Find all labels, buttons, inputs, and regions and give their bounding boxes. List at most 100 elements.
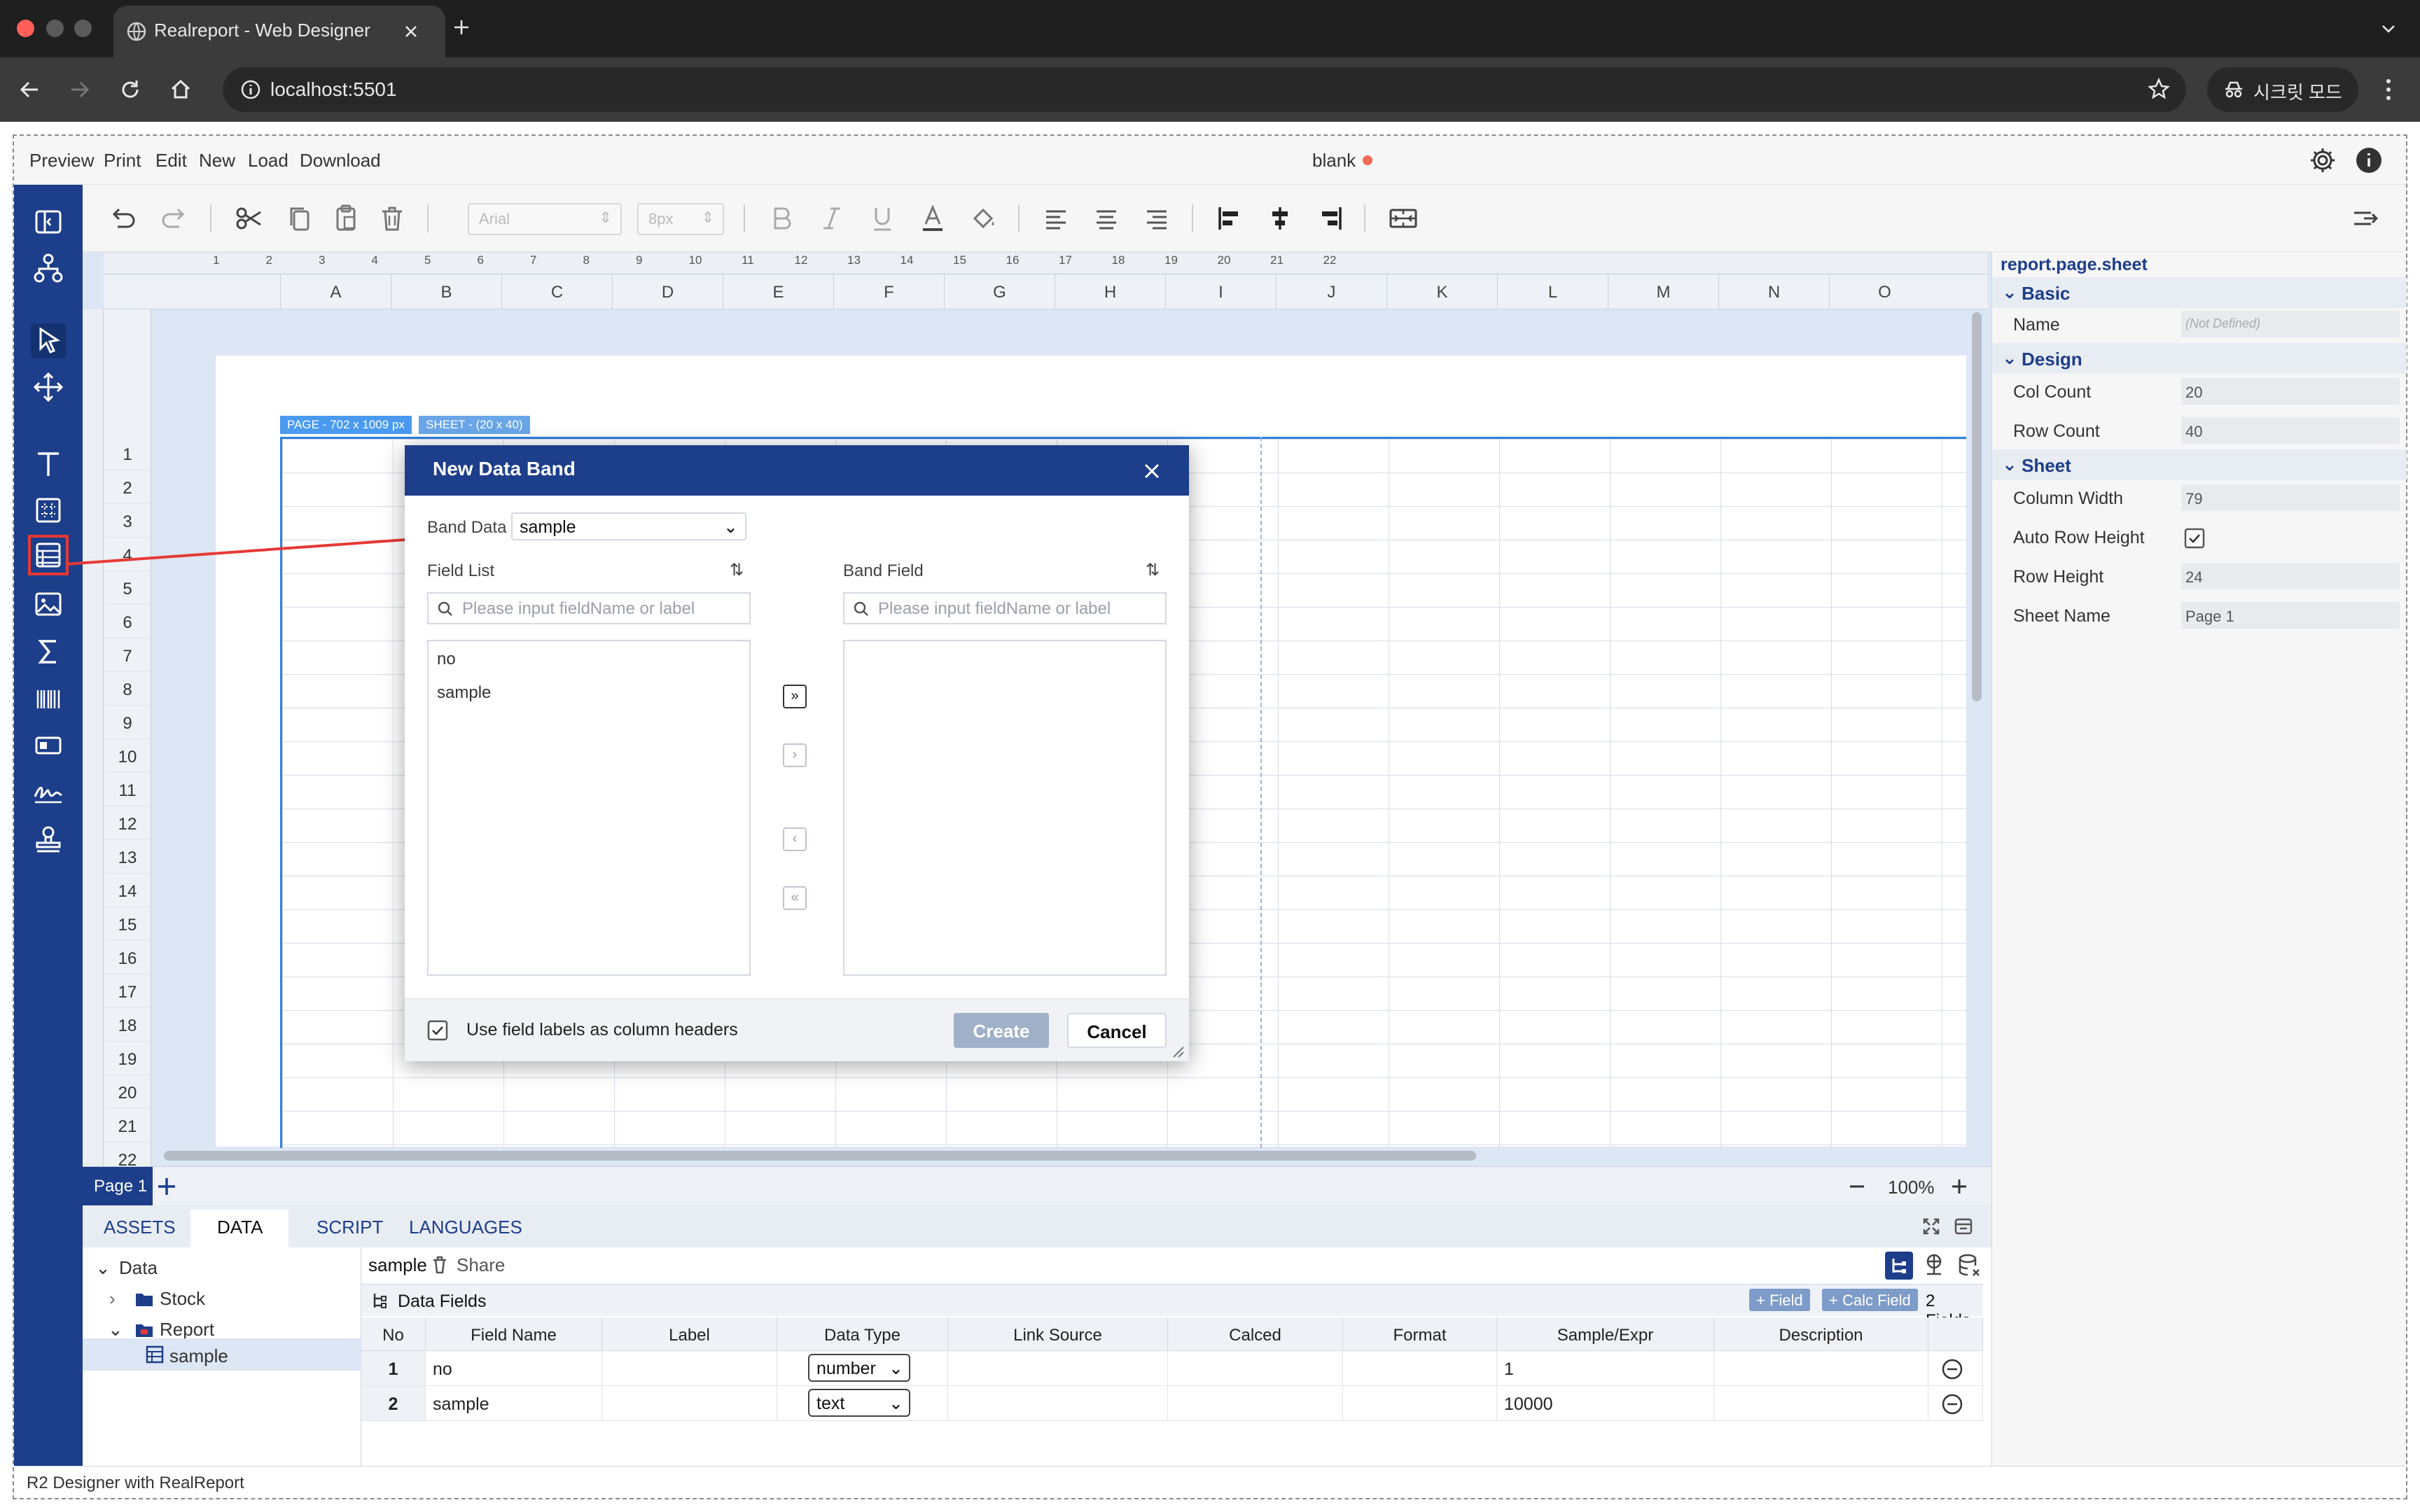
calced-cell[interactable] (1168, 1386, 1343, 1421)
row-header[interactable]: 2 (104, 470, 151, 504)
info-icon[interactable] (2354, 146, 2384, 175)
bold-icon[interactable] (765, 202, 798, 235)
band-field-search[interactable]: Please input fieldName or label (843, 592, 1167, 624)
barcode-icon[interactable] (31, 682, 66, 717)
tab-languages[interactable]: LANGUAGES (409, 1217, 522, 1238)
font-color-icon[interactable] (916, 202, 950, 235)
align-left-icon[interactable] (1039, 202, 1073, 235)
maximize-window-button[interactable] (74, 20, 92, 37)
cancel-button[interactable]: Cancel (1067, 1013, 1167, 1048)
field-tree-view-icon[interactable] (1885, 1252, 1913, 1280)
row-header[interactable]: 21 (104, 1109, 151, 1142)
prop-col-width-input[interactable]: 79 (2181, 484, 2400, 511)
column-header[interactable]: L (1497, 274, 1608, 309)
vertical-scrollbar[interactable] (1972, 312, 1982, 701)
share-link[interactable]: Share (457, 1254, 505, 1276)
row-header[interactable]: 16 (104, 941, 151, 974)
toggle-panel-icon[interactable] (31, 204, 66, 239)
row-header[interactable]: 5 (104, 571, 151, 605)
tree-toggle-stock[interactable]: › (109, 1288, 116, 1310)
prop-name-input[interactable]: (Not Defined) (2181, 311, 2400, 337)
tree-item-sample[interactable]: sample (169, 1345, 228, 1367)
list-item[interactable]: sample (437, 683, 491, 703)
sample-cell[interactable]: 1 (1497, 1351, 1714, 1386)
incognito-badge[interactable]: 시크릿 모드 (2207, 67, 2358, 112)
bookmark-star-icon[interactable] (2147, 77, 2171, 101)
expand-panel-icon[interactable] (1920, 1215, 1942, 1238)
back-icon[interactable] (17, 77, 42, 102)
dock-panel-icon[interactable] (1952, 1215, 1975, 1238)
hierarchy-icon[interactable] (31, 251, 66, 286)
page-tab-1[interactable]: Page 1 (83, 1167, 153, 1206)
column-header[interactable]: K (1386, 274, 1497, 309)
row-header[interactable]: 12 (104, 806, 151, 840)
font-size-select[interactable]: 8px ⇕ (637, 203, 724, 235)
zoom-in-icon[interactable] (1948, 1175, 1970, 1198)
font-family-select[interactable]: Arial ⇕ (468, 203, 622, 235)
field-list-search[interactable]: Please input fieldName or label (427, 592, 751, 624)
minimize-window-button[interactable] (46, 20, 64, 37)
resize-handle-icon[interactable] (1171, 1044, 1185, 1058)
row-header[interactable]: 17 (104, 974, 151, 1008)
database-icon[interactable] (1955, 1252, 1983, 1280)
summary-sigma-icon[interactable] (31, 634, 66, 669)
settings-gear-icon[interactable] (2308, 146, 2337, 175)
row-header[interactable]: 9 (104, 706, 151, 739)
column-header[interactable]: E (723, 274, 833, 309)
underline-icon[interactable] (865, 202, 899, 235)
column-header[interactable]: A (280, 274, 391, 309)
link-source-cell[interactable] (948, 1351, 1168, 1386)
column-header[interactable]: B (391, 274, 501, 309)
row-header[interactable]: 14 (104, 874, 151, 907)
row-header[interactable]: 13 (104, 840, 151, 874)
close-tab-icon[interactable] (402, 22, 420, 41)
menu-preview[interactable]: Preview (29, 150, 94, 172)
new-tab-icon[interactable] (451, 17, 472, 38)
input-field-icon[interactable] (31, 728, 66, 763)
delete-trash-icon[interactable] (375, 202, 409, 235)
section-sheet[interactable]: ⌄ Sheet (1992, 449, 2407, 480)
redo-icon[interactable] (158, 202, 192, 235)
fill-color-icon[interactable] (966, 202, 1000, 235)
forward-icon[interactable] (67, 77, 92, 102)
description-cell[interactable] (1714, 1351, 1928, 1386)
data-band-icon[interactable] (28, 535, 69, 575)
field-name-cell[interactable]: no (426, 1351, 602, 1386)
table-grid-icon[interactable] (31, 493, 66, 528)
column-header[interactable]: H (1055, 274, 1165, 309)
row-header[interactable]: 11 (104, 773, 151, 806)
merge-cells-icon[interactable] (1386, 202, 1420, 235)
browser-tab[interactable]: Realreport - Web Designer (113, 6, 445, 57)
italic-icon[interactable] (815, 202, 849, 235)
reload-icon[interactable] (118, 77, 143, 102)
section-basic[interactable]: ⌄ Basic (1992, 277, 2407, 308)
network-icon[interactable] (1920, 1252, 1948, 1280)
column-header[interactable]: I (1165, 274, 1276, 309)
stamp-icon[interactable] (31, 823, 66, 858)
list-item[interactable]: no (437, 650, 456, 669)
row-header[interactable]: 6 (104, 605, 151, 638)
row-header[interactable]: 7 (104, 638, 151, 672)
trash-icon[interactable] (430, 1254, 450, 1275)
move-arrows-icon[interactable] (31, 370, 66, 405)
link-source-cell[interactable] (948, 1386, 1168, 1421)
column-header[interactable]: F (833, 274, 944, 309)
label-cell[interactable] (602, 1386, 777, 1421)
column-header[interactable]: J (1276, 274, 1386, 309)
move-all-left-button[interactable]: « (783, 886, 807, 910)
move-all-right-button[interactable]: » (783, 685, 807, 708)
remove-field-icon[interactable] (1941, 1393, 1963, 1415)
signature-icon[interactable] (31, 774, 66, 809)
band-data-select[interactable]: sample ⌄ (511, 512, 746, 540)
dialog-close-icon[interactable] (1141, 461, 1162, 482)
menu-download[interactable]: Download (300, 150, 381, 172)
address-bar[interactable]: localhost:5501 (223, 67, 2186, 112)
row-header[interactable]: 18 (104, 1008, 151, 1042)
tree-item-stock[interactable]: Stock (160, 1288, 205, 1310)
move-left-button[interactable]: ‹ (783, 827, 807, 851)
tab-data[interactable]: DATA (217, 1217, 263, 1238)
format-cell[interactable] (1343, 1351, 1497, 1386)
row-header[interactable]: 19 (104, 1042, 151, 1075)
menu-new[interactable]: New (199, 150, 235, 172)
tab-list-chevron-icon[interactable] (2378, 18, 2399, 39)
